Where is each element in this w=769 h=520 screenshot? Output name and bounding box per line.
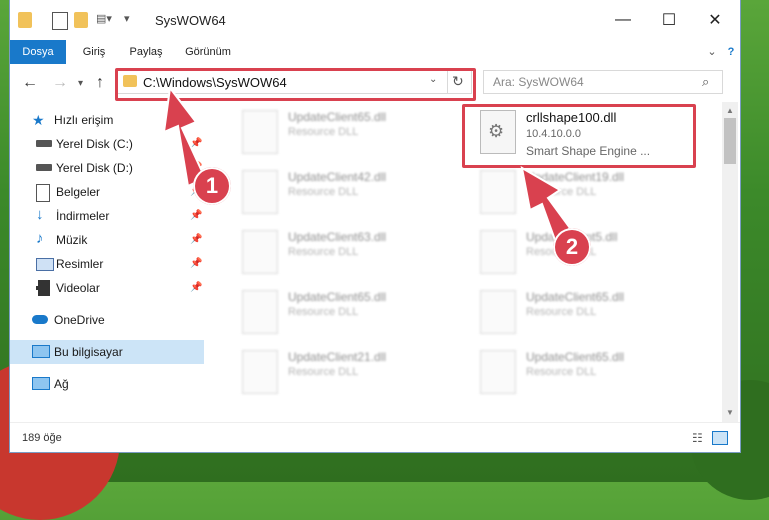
step-2-badge: 2 (553, 228, 591, 266)
annotation-arrows (162, 85, 572, 242)
step-1-badge: 1 (193, 167, 231, 205)
